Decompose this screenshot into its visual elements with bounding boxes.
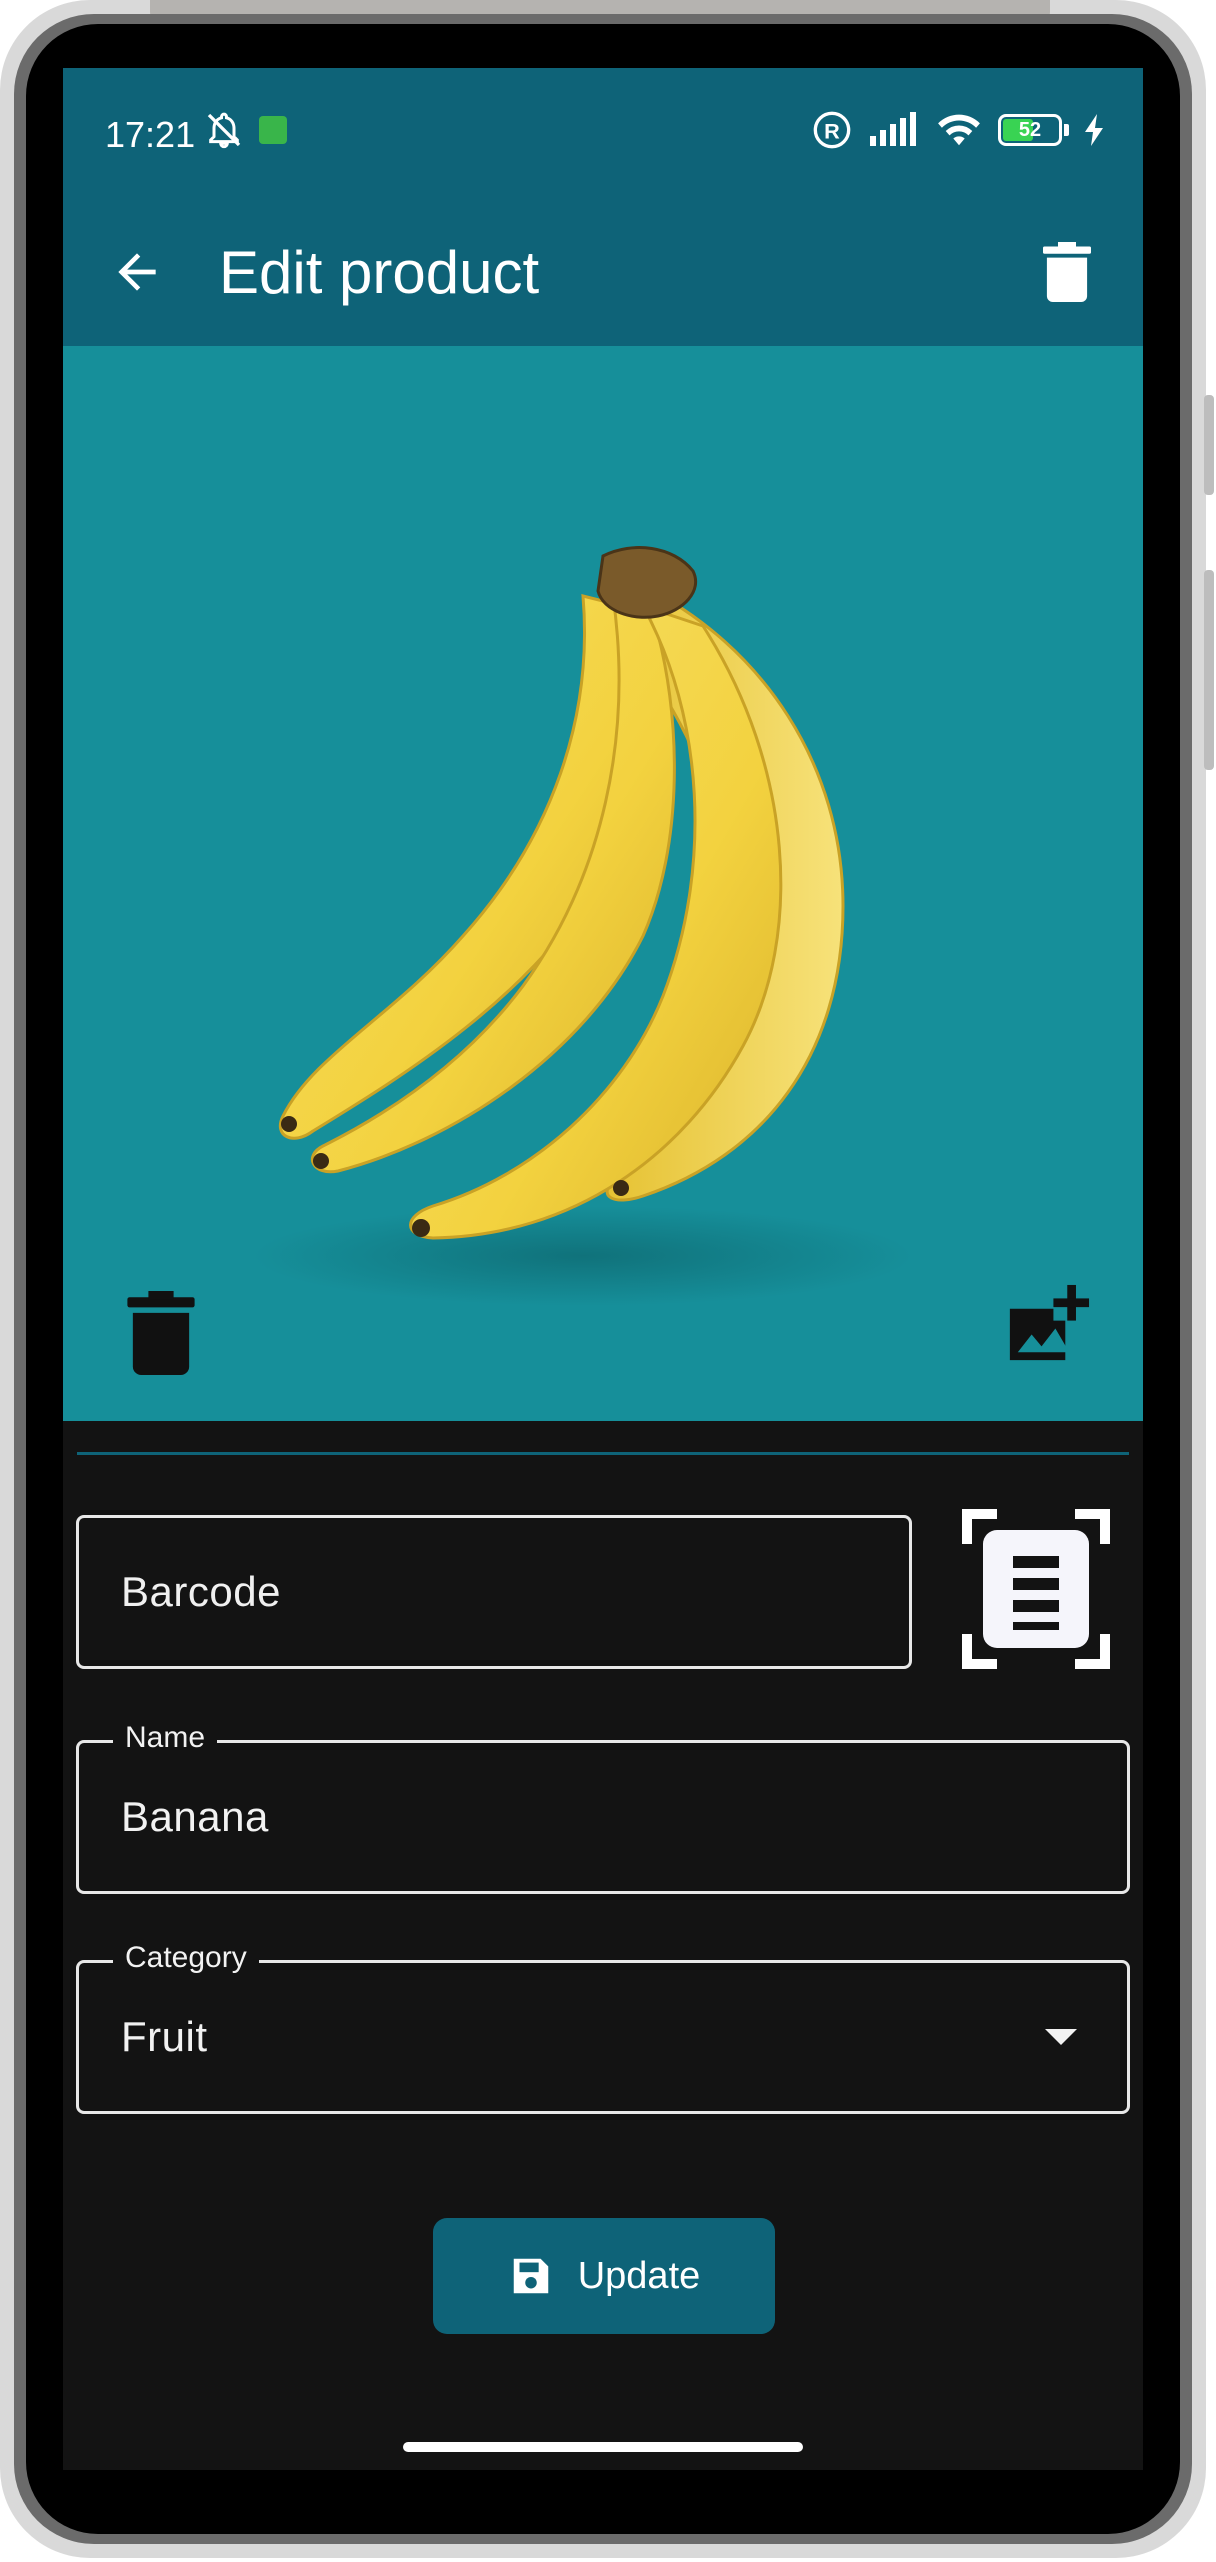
status-bar: 17:21 R 52 bbox=[63, 68, 1143, 198]
signal-icon bbox=[870, 112, 916, 146]
name-label: Name bbox=[113, 1721, 218, 1755]
add-photo-icon[interactable] bbox=[998, 1281, 1093, 1376]
page: 17:21 R 52 Edit product Barcode Name Ban… bbox=[0, 0, 1216, 2562]
save-icon bbox=[513, 2258, 548, 2294]
volume-button bbox=[1204, 395, 1214, 495]
barcode-placeholder: Barcode bbox=[121, 1568, 281, 1615]
category-select[interactable]: Category Fruit bbox=[76, 1941, 1130, 2114]
status-left-icons bbox=[203, 110, 287, 150]
name-value: Banana bbox=[121, 1793, 269, 1840]
battery-level: 52 bbox=[1018, 118, 1042, 141]
barcode-field[interactable]: Barcode bbox=[76, 1515, 912, 1669]
name-field[interactable]: Name Banana bbox=[76, 1721, 1130, 1894]
product-image bbox=[253, 546, 913, 1306]
registered-icon: R bbox=[813, 111, 851, 149]
svg-text:R: R bbox=[824, 118, 840, 143]
page-title: Edit product bbox=[219, 239, 540, 306]
product-image-area[interactable] bbox=[63, 346, 1143, 1421]
charging-icon bbox=[1085, 114, 1103, 146]
arrow-back-icon[interactable] bbox=[109, 244, 165, 300]
home-indicator[interactable] bbox=[403, 2442, 803, 2452]
battery-tip bbox=[1064, 124, 1069, 136]
barcode-scanner-icon[interactable] bbox=[961, 1508, 1111, 1670]
update-button-label: Update bbox=[577, 2254, 701, 2297]
wifi-icon bbox=[938, 114, 980, 146]
status-right-icons: R 52 bbox=[812, 110, 1105, 150]
update-button[interactable]: Update bbox=[433, 2218, 775, 2334]
form-divider bbox=[77, 1452, 1129, 1455]
category-label: Category bbox=[113, 1941, 259, 1975]
app-notification-icon bbox=[259, 116, 287, 144]
category-value: Fruit bbox=[121, 2013, 208, 2060]
dropdown-arrow-icon bbox=[1045, 2029, 1077, 2045]
status-time: 17:21 bbox=[105, 114, 196, 155]
app-bar: Edit product bbox=[63, 198, 1143, 346]
battery-icon: 52 bbox=[998, 114, 1062, 146]
app-screen: 17:21 R 52 Edit product Barcode Name Ban… bbox=[63, 68, 1143, 2470]
trash-icon[interactable] bbox=[1043, 242, 1091, 302]
power-button bbox=[1204, 570, 1214, 770]
notifications-off-icon bbox=[207, 112, 241, 149]
remove-image-icon[interactable] bbox=[127, 1291, 195, 1375]
